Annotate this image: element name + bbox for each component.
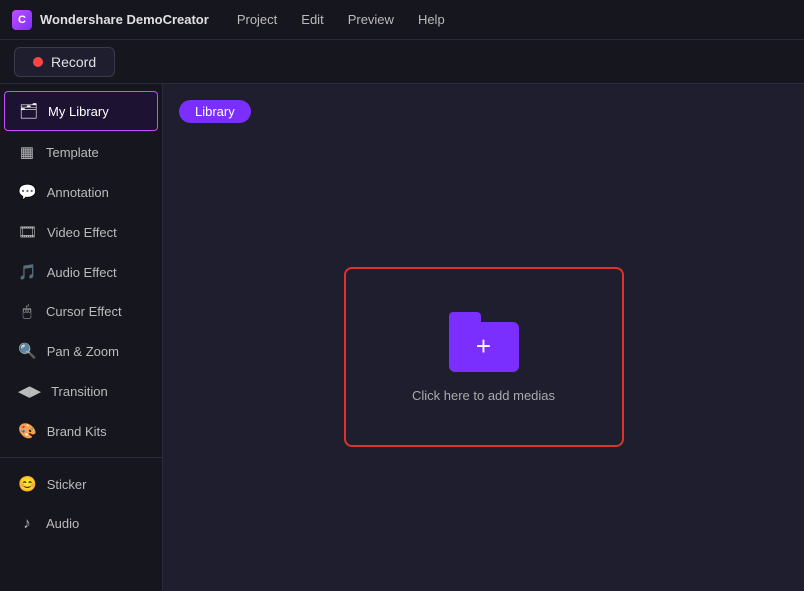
titlebar-nav: Project Edit Preview Help [237, 12, 445, 27]
brand-kits-icon: 🎨 [18, 422, 37, 440]
nav-edit[interactable]: Edit [301, 12, 323, 27]
add-media-area: + Click here to add medias [179, 139, 788, 575]
template-icon: ▦ [18, 143, 36, 161]
sidebar-item-audio[interactable]: ♪ Audio [4, 505, 158, 542]
titlebar: C Wondershare DemoCreator Project Edit P… [0, 0, 804, 40]
content-header: Library [179, 100, 788, 123]
sidebar-label-sticker: Sticker [47, 477, 87, 492]
content-area: Library + Click here to add medias [163, 84, 804, 591]
app-title: Wondershare DemoCreator [40, 12, 209, 27]
my-library-icon: 🗂 [19, 102, 38, 120]
sidebar-divider [0, 457, 162, 458]
cursor-effect-icon: 🖱 [18, 303, 36, 320]
record-dot-icon [33, 57, 43, 67]
sidebar-item-transition[interactable]: ◀▶ Transition [4, 372, 158, 410]
nav-preview[interactable]: Preview [348, 12, 394, 27]
pan-zoom-icon: 🔍 [18, 342, 37, 360]
add-media-box[interactable]: + Click here to add medias [344, 267, 624, 447]
sidebar-item-annotation[interactable]: 💬 Annotation [4, 173, 158, 211]
sidebar-label-cursor-effect: Cursor Effect [46, 304, 122, 319]
sidebar-item-my-library[interactable]: 🗂 My Library [4, 91, 158, 131]
sidebar-label-audio: Audio [46, 516, 79, 531]
sidebar-item-template[interactable]: ▦ Template [4, 133, 158, 171]
sidebar-item-pan-zoom[interactable]: 🔍 Pan & Zoom [4, 332, 158, 370]
sidebar-label-template: Template [46, 145, 99, 160]
sidebar-label-transition: Transition [51, 384, 108, 399]
sidebar-item-video-effect[interactable]: 🎞 Video Effect [4, 213, 158, 251]
app-logo: C Wondershare DemoCreator [12, 10, 209, 30]
annotation-icon: 💬 [18, 183, 37, 201]
library-tab[interactable]: Library [179, 100, 251, 123]
sidebar: 🗂 My Library ▦ Template 💬 Annotation 🎞 V… [0, 84, 163, 591]
record-label: Record [51, 54, 96, 70]
sidebar-item-brand-kits[interactable]: 🎨 Brand Kits [4, 412, 158, 450]
folder-body: + [449, 322, 519, 372]
transition-icon: ◀▶ [18, 382, 41, 400]
sidebar-item-audio-effect[interactable]: 🎵 Audio Effect [4, 253, 158, 291]
nav-project[interactable]: Project [237, 12, 277, 27]
sidebar-label-audio-effect: Audio Effect [47, 265, 117, 280]
sidebar-label-annotation: Annotation [47, 185, 109, 200]
main-layout: 🗂 My Library ▦ Template 💬 Annotation 🎞 V… [0, 84, 804, 591]
record-button[interactable]: Record [14, 47, 115, 77]
toolbar: Record [0, 40, 804, 84]
folder-plus-icon: + [449, 322, 519, 372]
sidebar-label-video-effect: Video Effect [47, 225, 117, 240]
sticker-icon: 😊 [18, 475, 37, 493]
audio-icon: ♪ [18, 515, 36, 532]
sidebar-item-cursor-effect[interactable]: 🖱 Cursor Effect [4, 293, 158, 330]
nav-help[interactable]: Help [418, 12, 445, 27]
sidebar-label-pan-zoom: Pan & Zoom [47, 344, 119, 359]
sidebar-item-sticker[interactable]: 😊 Sticker [4, 465, 158, 503]
add-media-label: Click here to add medias [412, 388, 555, 403]
video-effect-icon: 🎞 [18, 223, 37, 241]
sidebar-label-brand-kits: Brand Kits [47, 424, 107, 439]
audio-effect-icon: 🎵 [18, 263, 37, 281]
logo-icon: C [12, 10, 32, 30]
folder-icon: + [449, 312, 519, 372]
sidebar-label-my-library: My Library [48, 104, 109, 119]
